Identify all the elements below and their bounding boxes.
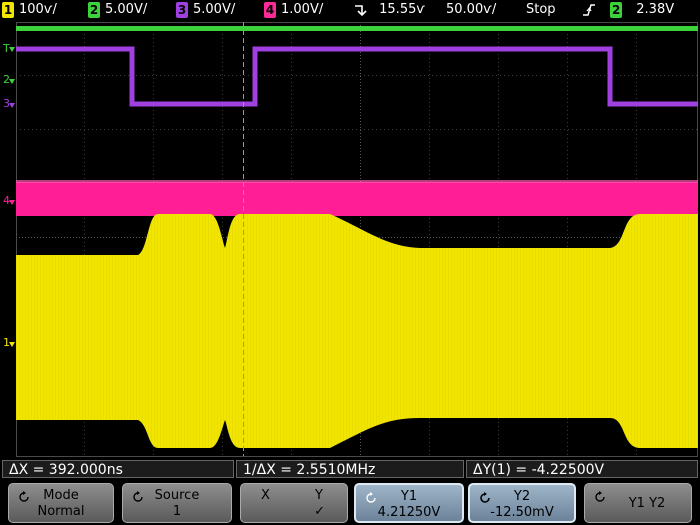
y1-y2-title: Y1 Y2 [628, 496, 666, 511]
mode-softkey[interactable]: Mode Normal [8, 483, 114, 523]
y2-title: Y2 [513, 489, 531, 504]
measurement-strip: ΔX = 392.000ns 1/ΔX = 2.5510MHz ΔY(1) = … [0, 459, 700, 479]
timebase-value[interactable]: 50.00ѵ/ [446, 1, 496, 19]
delta-y-readout: ΔY(1) = -4.22500V [466, 460, 698, 478]
channel-2-marker: 2 [3, 73, 10, 86]
channel-1-scale: 100ѵ/ [19, 2, 57, 17]
inverse-delta-x-readout: 1/ΔX = 2.5510MHz [236, 460, 464, 478]
channel-4-scale: 1.00V/ [281, 2, 324, 17]
channel-1-badge: 1 [2, 2, 14, 18]
waveform-svg: T 2 3 4 1 [2, 22, 698, 457]
channel-1-setting[interactable]: 1 100ѵ/ [2, 1, 57, 19]
channel-2-badge: 2 [88, 2, 100, 18]
channel-3-marker: 3 [3, 97, 10, 110]
source-softkey[interactable]: Source 1 [122, 483, 232, 523]
trigger-setting[interactable]: 2 2.38V [582, 1, 674, 19]
delay-arrow-icon [355, 4, 367, 16]
channel-2-scale: 5.00V/ [105, 2, 148, 17]
channel-4-marker: 4 [3, 194, 10, 207]
delay-setting[interactable]: 15.55ѵ [353, 1, 425, 19]
channel-1-trace [16, 214, 698, 448]
channel-3-trace [16, 46, 698, 107]
channel-4-setting[interactable]: 4 1.00V/ [264, 1, 323, 19]
trigger-marker: T [2, 42, 10, 55]
mode-value: Normal [37, 504, 85, 519]
softkey-bar: Mode Normal Source 1 X Y ✓ Y1 4.21250V Y… [0, 481, 700, 525]
waveform-area: T 2 3 4 1 [0, 20, 700, 458]
channel-3-setting[interactable]: 3 5.00V/ [176, 1, 235, 19]
y1-title: Y1 [400, 489, 418, 504]
xy-softkey[interactable]: X Y ✓ [240, 483, 348, 523]
y2-value: -12.50mV [490, 505, 554, 520]
delay-value: 15.55ѵ [379, 2, 426, 17]
channel-3-badge: 3 [176, 2, 188, 18]
channel-markers: T 2 3 4 1 [2, 42, 10, 349]
y1-softkey[interactable]: Y1 4.21250V [354, 483, 464, 523]
channel-4-trace [16, 182, 698, 216]
trigger-edge-icon [583, 4, 595, 16]
channel-2-setting[interactable]: 2 5.00V/ [88, 1, 147, 19]
channel-4-badge: 4 [264, 2, 276, 18]
channel-3-scale: 5.00V/ [193, 2, 236, 17]
trigger-level: 2.38V [636, 2, 675, 17]
oscilloscope-display: 1 100ѵ/ 2 5.00V/ 3 5.00V/ 4 1.00V/ 15.55ѵ 50… [0, 0, 700, 525]
delta-x-readout: ΔX = 392.000ns [2, 460, 234, 478]
run-state[interactable]: Stop [526, 1, 556, 19]
y1-value: 4.21250V [377, 505, 441, 520]
y2-softkey[interactable]: Y2 -12.50mV [468, 483, 576, 523]
xy-check-icon: ✓ [314, 504, 325, 519]
mode-title: Mode [43, 488, 79, 503]
channel-1-marker: 1 [3, 336, 10, 349]
channel-2-trace [16, 26, 698, 31]
status-bar: 1 100ѵ/ 2 5.00V/ 3 5.00V/ 4 1.00V/ 15.55ѵ 50… [0, 0, 700, 20]
xy-y-label: Y [315, 488, 323, 503]
source-value: 1 [172, 504, 182, 519]
xy-x-label: X [261, 488, 270, 503]
y1-y2-softkey[interactable]: Y1 Y2 [584, 483, 692, 523]
source-title: Source [154, 488, 200, 503]
trigger-source-badge: 2 [610, 2, 623, 18]
